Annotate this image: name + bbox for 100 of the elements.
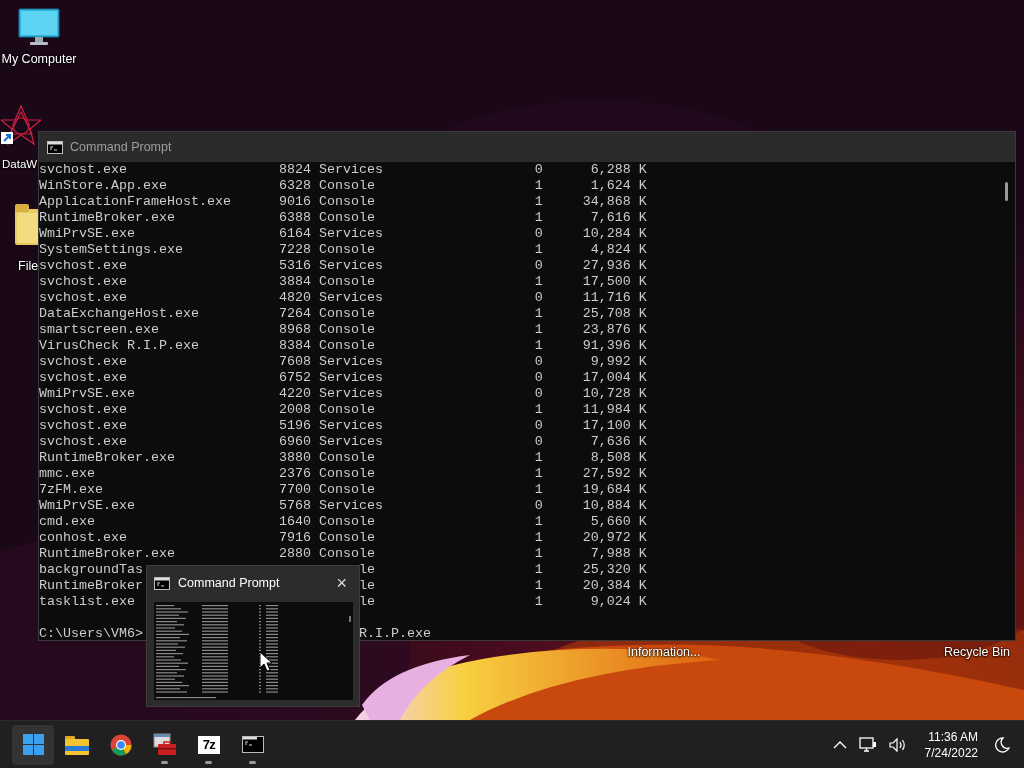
process-id: 7228 bbox=[278, 242, 311, 257]
process-id: 6328 bbox=[278, 178, 311, 193]
window-thumbnail-drawing[interactable] bbox=[154, 602, 353, 700]
session-name: Console bbox=[318, 322, 375, 337]
session-number: 0 bbox=[534, 162, 543, 177]
session-name: Services bbox=[318, 258, 383, 273]
session-number: 1 bbox=[534, 466, 543, 481]
session-number: 1 bbox=[534, 482, 543, 497]
memory-usage: 7,636 K bbox=[590, 434, 647, 449]
scrollbar-thumb[interactable] bbox=[1005, 182, 1008, 201]
clock[interactable]: 11:36 AM 7/24/2022 bbox=[924, 728, 978, 761]
process-name: WmiPrvSE.exe bbox=[39, 498, 135, 513]
folder-icon bbox=[65, 734, 89, 755]
process-name: 7zFM.exe bbox=[39, 482, 103, 497]
session-number: 1 bbox=[534, 210, 543, 225]
memory-usage: 4,824 K bbox=[590, 242, 647, 257]
process-name: svchost.exe bbox=[39, 434, 127, 449]
desktop-icon-label[interactable]: Recycle Bin bbox=[944, 645, 1010, 660]
process-id: 2880 bbox=[278, 546, 311, 561]
session-number: 1 bbox=[534, 242, 543, 257]
terminal-icon bbox=[154, 576, 170, 590]
process-name: svchost.exe bbox=[39, 418, 127, 433]
memory-usage: 10,728 K bbox=[582, 386, 647, 401]
clock-date: 7/24/2022 bbox=[924, 744, 978, 761]
desktop-icon-label[interactable]: File bbox=[18, 259, 39, 274]
network-button[interactable] bbox=[856, 734, 879, 755]
process-name: WinStore.App.exe bbox=[39, 178, 167, 193]
memory-usage: 9,024 K bbox=[590, 594, 647, 609]
session-name: Console bbox=[318, 514, 375, 529]
session-name: Services bbox=[318, 370, 383, 385]
desktop-icon-label[interactable]: DataW bbox=[2, 157, 38, 172]
process-id: 6752 bbox=[278, 370, 311, 385]
process-id: 1640 bbox=[278, 514, 311, 529]
app-logo: 7z bbox=[198, 735, 220, 754]
close-button[interactable]: × bbox=[334, 574, 349, 592]
memory-usage: 27,592 K bbox=[582, 466, 647, 481]
process-id: 5196 bbox=[278, 418, 311, 433]
process-id: 5316 bbox=[278, 258, 311, 273]
memory-usage: 25,708 K bbox=[582, 306, 647, 321]
session-name: le bbox=[358, 594, 375, 609]
session-name: Console bbox=[318, 178, 375, 193]
session-number: 1 bbox=[534, 546, 543, 561]
session-number: 1 bbox=[534, 562, 543, 577]
session-name: Console bbox=[318, 210, 375, 225]
toolbox-icon bbox=[153, 733, 177, 756]
session-number: 0 bbox=[534, 498, 543, 513]
process-name: WmiPrvSE.exe bbox=[39, 226, 135, 241]
process-name: svchost.exe bbox=[39, 370, 127, 385]
process-id: 8384 bbox=[278, 338, 311, 353]
process-name: tasklist.exe bbox=[39, 594, 135, 609]
session-name: Services bbox=[318, 354, 383, 369]
session-number: 1 bbox=[534, 338, 543, 353]
process-id: 7264 bbox=[278, 306, 311, 321]
volume-icon bbox=[888, 736, 907, 753]
memory-usage: 11,984 K bbox=[582, 402, 647, 417]
session-name: Services bbox=[318, 418, 383, 433]
command-text: R.I.P.exe bbox=[358, 626, 431, 642]
session-name: Services bbox=[318, 226, 383, 241]
process-name: RuntimeBroker.exe bbox=[39, 546, 175, 561]
session-name: Console bbox=[318, 530, 375, 545]
session-name: Console bbox=[318, 450, 375, 465]
process-id: 6960 bbox=[278, 434, 311, 449]
process-name: smartscreen.exe bbox=[39, 322, 159, 337]
memory-usage: 7,616 K bbox=[590, 210, 647, 225]
session-number: 0 bbox=[534, 386, 543, 401]
process-id: 5768 bbox=[278, 498, 311, 513]
memory-usage: 23,876 K bbox=[582, 322, 647, 337]
memory-usage: 17,004 K bbox=[582, 370, 647, 385]
desktop-icon-label[interactable]: My Computer bbox=[1, 52, 77, 67]
session-number: 1 bbox=[534, 402, 543, 417]
memory-usage: 17,100 K bbox=[582, 418, 647, 433]
shortcut-icon[interactable] bbox=[1, 104, 41, 146]
process-id: 3884 bbox=[278, 274, 311, 289]
terminal-icon bbox=[242, 735, 264, 754]
session-number: 1 bbox=[534, 514, 543, 529]
memory-usage: 19,684 K bbox=[582, 482, 647, 497]
memory-usage: 20,972 K bbox=[582, 530, 647, 545]
process-name: VirusCheck R.I.P.exe bbox=[39, 338, 199, 353]
notifications-button[interactable] bbox=[992, 734, 1012, 755]
memory-usage: 34,868 K bbox=[582, 194, 647, 209]
memory-usage: 11,716 K bbox=[582, 290, 647, 305]
computer-icon[interactable] bbox=[18, 8, 60, 46]
process-name: WmiPrvSE.exe bbox=[39, 386, 135, 401]
terminal-icon bbox=[47, 140, 63, 154]
process-name: SystemSettings.exe bbox=[39, 242, 183, 257]
folder-icon[interactable] bbox=[14, 203, 38, 245]
session-name: Console bbox=[318, 466, 375, 481]
session-name: Console bbox=[318, 194, 375, 209]
process-id: 2008 bbox=[278, 402, 311, 417]
process-name: RuntimeBroker.exe bbox=[39, 450, 175, 465]
clock-time: 11:36 AM bbox=[928, 728, 978, 745]
session-name: Console bbox=[318, 402, 375, 417]
session-number: 1 bbox=[534, 274, 543, 289]
taskbar-app-button[interactable]: 7z bbox=[188, 724, 230, 765]
session-name: Console bbox=[318, 274, 375, 289]
moon-icon bbox=[994, 736, 1010, 753]
taskbar-app-button[interactable] bbox=[12, 724, 54, 765]
session-number: 1 bbox=[534, 322, 543, 337]
process-id: 6388 bbox=[278, 210, 311, 225]
process-id: 4820 bbox=[278, 290, 311, 305]
